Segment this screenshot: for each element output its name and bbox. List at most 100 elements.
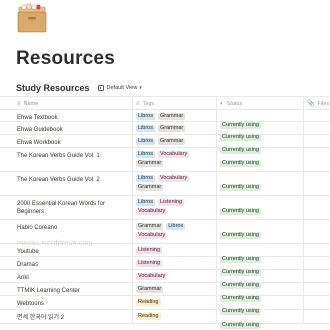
tag-badge: Vocabulary	[136, 273, 168, 280]
tag-badge: Libros	[136, 199, 155, 206]
column-header-label: Files	[317, 100, 330, 107]
row-tags[interactable]: Reading	[132, 310, 216, 323]
table-header: ≡ Name ≡ Tags ◐ Status 📎 Files	[0, 96, 330, 110]
row-files[interactable]	[303, 172, 330, 195]
row-status[interactable]: Currently using	[216, 310, 303, 329]
tag-badge: Libros	[136, 113, 155, 120]
attachment-icon: 📎	[307, 101, 315, 107]
row-tags[interactable]: Libros Vocabulary Grammar	[132, 148, 216, 171]
table-row[interactable]: Ehwa Textbook Libros Grammar Currently usin…	[0, 110, 330, 129]
column-header-label: Tags	[142, 100, 155, 107]
database-title[interactable]: Study Resources	[16, 83, 90, 93]
row-status[interactable]: Currently using	[216, 172, 303, 195]
table-row[interactable]: 2000 Essential Korean Words for Beginner…	[0, 196, 330, 220]
row-name[interactable]: Youtube	[14, 244, 132, 256]
row-status[interactable]: Currently using	[216, 220, 303, 243]
tag-badge: Vocabulary	[157, 151, 190, 158]
row-name[interactable]: The Korean Verbs Guide Vol. 2	[14, 172, 132, 195]
view-selector-button[interactable]: Default View ▾	[97, 85, 142, 91]
row-files[interactable]	[303, 122, 330, 134]
row-status[interactable]: Currently using	[216, 135, 303, 154]
row-name[interactable]: Ehwa Workbook	[14, 135, 132, 147]
table-row[interactable]: Youtube Listening Currently using	[0, 244, 330, 263]
chevron-down-icon: ▾	[139, 85, 142, 91]
table-row[interactable]: Dramas Listening Currently using	[0, 257, 330, 276]
row-files[interactable]	[303, 257, 330, 269]
row-tags[interactable]: Libros Listening Vocabulary	[132, 196, 216, 219]
row-files[interactable]	[303, 220, 330, 243]
tag-badge: Vocabulary	[136, 208, 168, 215]
list-icon: ≡	[136, 100, 140, 107]
status-badge: Currently using	[220, 322, 261, 329]
row-name[interactable]: 면세 한국어 읽기 2	[14, 310, 132, 323]
table-row[interactable]: Anki Vocabulary Currently using	[0, 270, 330, 289]
row-tags[interactable]: Grammar Libros Vocabulary	[132, 220, 216, 243]
row-status[interactable]: Currently using	[216, 244, 303, 263]
row-tags[interactable]: Grammar	[132, 283, 216, 295]
row-status[interactable]: Currently using	[216, 196, 303, 219]
table-row[interactable]: Ehwa Guidebook Libros Grammar Currently usi…	[0, 122, 330, 141]
row-tags[interactable]: Reading	[132, 296, 216, 309]
row-name[interactable]: Ehwa Guidebook	[14, 122, 132, 134]
tag-badge: Vocabulary	[157, 175, 190, 182]
row-files[interactable]	[303, 148, 330, 171]
row-files[interactable]	[303, 135, 330, 147]
row-name[interactable]: Webtoons	[14, 296, 132, 309]
column-header-name[interactable]: ≡ Name	[14, 97, 132, 110]
row-tags[interactable]: Libros Grammar	[132, 122, 216, 134]
tag-badge: Libros	[136, 125, 155, 132]
tag-badge: Grammar	[157, 113, 186, 120]
row-tags[interactable]: Libros Vocabulary Grammar	[132, 172, 216, 195]
row-tags[interactable]: Listening	[132, 244, 216, 256]
table-row[interactable]: The Korean Verbs Guide Vol. 2 Libros Vocab…	[0, 172, 330, 196]
table-row[interactable]: 면세 한국어 읽기 2 Reading Currently using	[0, 310, 330, 329]
row-status[interactable]: Currently using	[216, 296, 303, 315]
tag-badge: Listening	[136, 260, 163, 267]
row-tags[interactable]: Libros Grammar	[132, 110, 216, 121]
column-header-tags[interactable]: ≡ Tags	[132, 97, 216, 110]
row-files[interactable]	[303, 196, 330, 219]
row-name[interactable]: The Korean Verbs Guide Vol. 1	[14, 148, 132, 171]
database-table: ≡ Name ≡ Tags ◐ Status 📎 Files Ehwa Text…	[0, 96, 330, 329]
row-files[interactable]	[303, 310, 330, 323]
row-name[interactable]: Dramas	[14, 257, 132, 269]
file-cabinet-icon[interactable]	[16, 2, 48, 34]
tag-badge: Grammar	[136, 223, 164, 230]
status-badge: Currently using	[220, 232, 261, 239]
table-row[interactable]: The Korean Verbs Guide Vol. 1 Libros Vocab…	[0, 148, 330, 172]
table-row[interactable]: TTMIK Learning Center Grammar Currently us…	[0, 283, 330, 302]
status-badge: Currently using	[220, 184, 261, 191]
row-name[interactable]: Ehwa Textbook	[14, 110, 132, 121]
text-icon: ≡	[17, 100, 21, 107]
page-title: Resources	[16, 48, 115, 69]
row-status[interactable]: Currently using	[216, 257, 303, 276]
row-tags[interactable]: Libros Grammar	[132, 135, 216, 147]
row-files[interactable]	[303, 296, 330, 309]
tag-badge: Reading	[136, 299, 161, 306]
tag-badge: Libros	[136, 138, 155, 145]
row-status[interactable]: Currently using	[216, 122, 303, 141]
row-tags[interactable]: Listening	[132, 257, 216, 269]
table-row[interactable]: Hablo Coreano Grammar Libros Vocabulary Curr…	[0, 220, 330, 244]
row-name[interactable]: Hablo Coreano	[14, 220, 132, 243]
column-header-status[interactable]: ◐ Status	[216, 97, 303, 110]
tag-badge: Vocabulary	[136, 232, 168, 239]
status-badge: Currently using	[220, 208, 261, 215]
row-name[interactable]: 2000 Essential Korean Words for Beginner…	[14, 196, 132, 219]
tag-badge: Listening	[136, 247, 163, 254]
row-status[interactable]: Currently using	[216, 148, 303, 171]
row-files[interactable]	[303, 244, 330, 256]
row-files[interactable]	[303, 270, 330, 282]
row-status[interactable]: Currently using	[216, 270, 303, 289]
row-files[interactable]	[303, 283, 330, 295]
row-tags[interactable]: Vocabulary	[132, 270, 216, 282]
row-files[interactable]	[303, 110, 330, 121]
row-name[interactable]: Anki	[14, 270, 132, 282]
column-header-files[interactable]: 📎 Files	[303, 97, 330, 110]
table-row[interactable]: Ehwa Workbook Libros Grammar Currently usin…	[0, 135, 330, 154]
tag-badge: Grammar	[136, 160, 164, 167]
row-name[interactable]: TTMIK Learning Center	[14, 283, 132, 295]
row-status[interactable]: Currently using	[216, 110, 303, 129]
table-row[interactable]: Webtoons Reading Currently using	[0, 296, 330, 315]
row-status[interactable]: Currently using	[216, 283, 303, 302]
